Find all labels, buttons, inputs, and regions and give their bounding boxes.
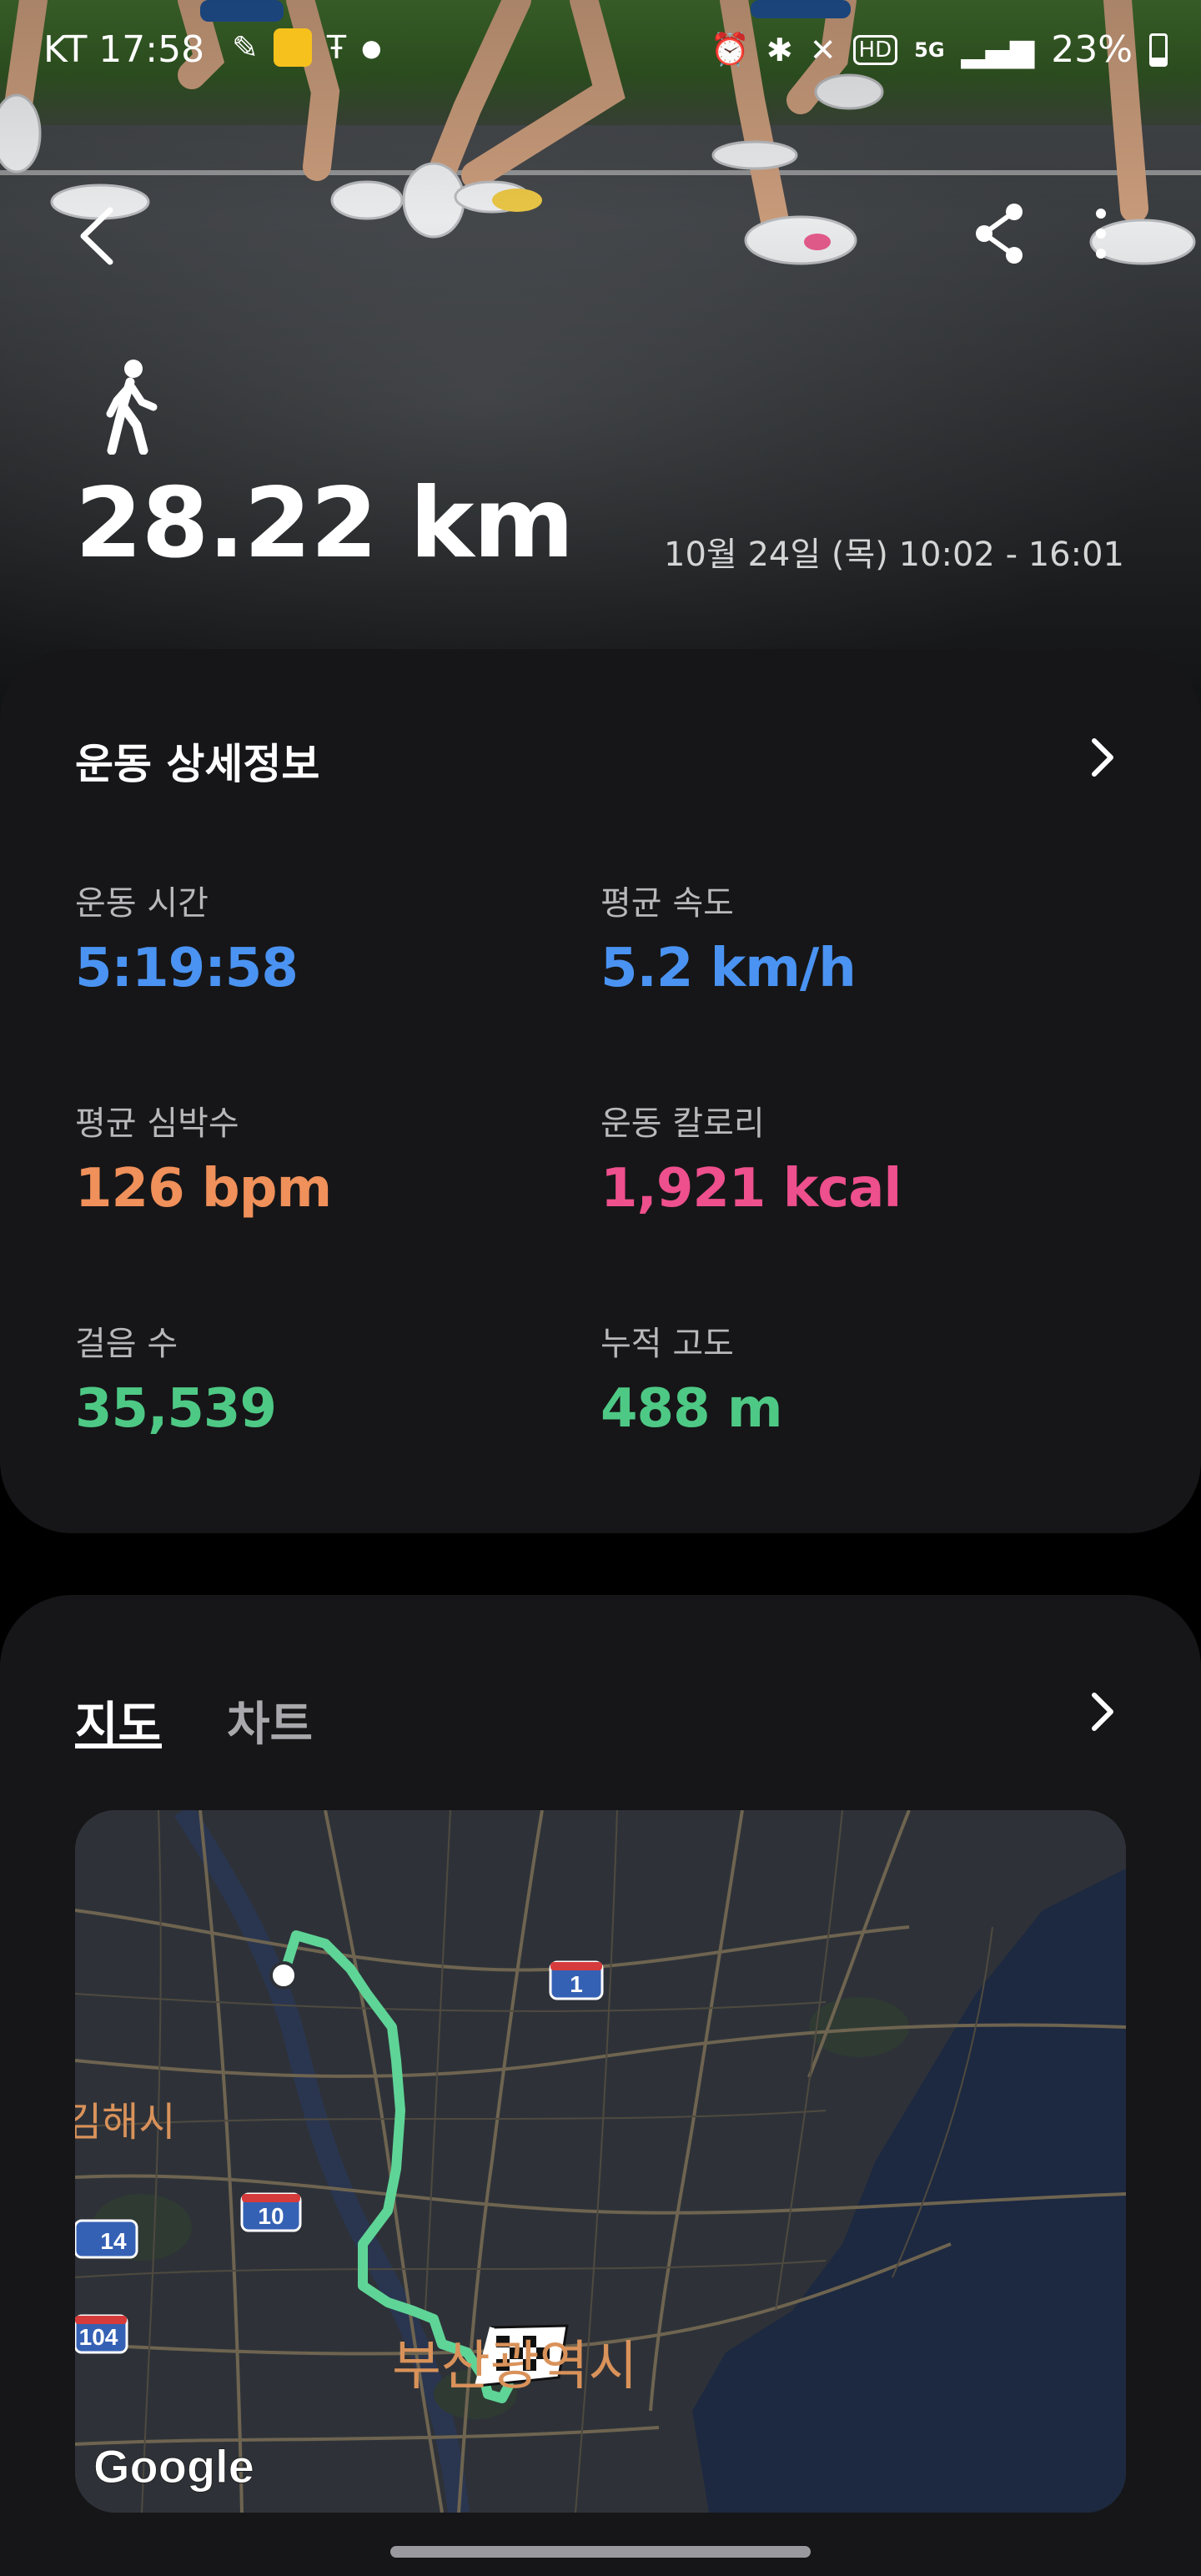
- total-distance: 28.22 km: [75, 467, 574, 580]
- metric-average-speed: 평균 속도 5.2 km/h: [600, 876, 857, 999]
- status-system-icons: ⏰ ✱ ✕ HD 5G ▂▄▆ 23%: [711, 28, 1168, 71]
- metric-elevation-gain: 누적 고도 488 m: [600, 1316, 783, 1440]
- more-vertical-icon: [1096, 209, 1106, 259]
- metric-value: 5.2 km/h: [600, 938, 857, 999]
- highway-label-10: 10: [258, 2203, 284, 2229]
- map-attribution-logo: Google: [93, 2440, 254, 2493]
- details-title: 운동 상세정보: [75, 740, 320, 788]
- map-chart-card: 지도 차트 1 10 14 104 김해시 부산광역시 Google: [0, 1595, 1201, 2576]
- route-map[interactable]: 1 10 14 104 김해시 부산광역시 Google: [75, 1810, 1126, 2513]
- home-indicator[interactable]: [390, 2546, 811, 2558]
- metric-calories: 운동 칼로리 1,921 kcal: [600, 1096, 902, 1220]
- map-label-busan: 부산광역시: [392, 2336, 637, 2397]
- hero-banner: KT 17:58 ✎ Ŧ ● ⏰ ✱ ✕ HD 5G ▂▄▆ 23% 28.22…: [0, 0, 1201, 734]
- highway-shield-10: 10: [240, 2192, 302, 2232]
- app-badge-icon: [273, 28, 312, 67]
- workout-date-range: 10월 24일 (목) 10:02 - 16:01: [664, 536, 1124, 574]
- hd-icon: HD: [852, 34, 898, 65]
- status-bar: KT 17:58 ✎ Ŧ ● ⏰ ✱ ✕ HD 5G ▂▄▆ 23%: [0, 20, 1201, 87]
- highway-shield-14: 14: [75, 2219, 138, 2259]
- highway-label-14: 14: [100, 2228, 127, 2254]
- metric-steps: 걸음 수 35,539: [75, 1316, 277, 1440]
- mute-icon: ✕: [809, 31, 837, 68]
- back-button[interactable]: [63, 199, 130, 274]
- signal-icon: ▂▄▆: [961, 31, 1035, 68]
- metric-value: 5:19:58: [75, 938, 299, 999]
- network-5g-icon: 5G: [914, 38, 945, 62]
- metric-label: 누적 고도: [600, 1325, 734, 1363]
- metric-average-heart-rate: 평균 심박수 126 bpm: [75, 1096, 332, 1220]
- metric-value: 488 m: [600, 1378, 783, 1440]
- details-more-button[interactable]: [1086, 732, 1119, 782]
- workout-details-card: 운동 상세정보 운동 시간 5:19:58 평균 속도 5.2 km/h 평균 …: [0, 649, 1201, 1533]
- network-t-icon: Ŧ: [326, 29, 347, 66]
- highway-shield-104: 104: [75, 2314, 128, 2354]
- alarm-icon: ⏰: [710, 31, 750, 68]
- metric-label: 평균 심박수: [75, 1104, 239, 1143]
- active-tab-indicator: [75, 1743, 162, 1748]
- status-notification-icons: ✎ Ŧ ●: [232, 28, 382, 67]
- status-carrier-time: KT 17:58: [43, 28, 205, 71]
- metric-label: 평균 속도: [600, 884, 734, 923]
- battery-icon: [1149, 33, 1168, 67]
- chevron-right-icon: [1092, 738, 1113, 777]
- metric-value: 126 bpm: [75, 1158, 332, 1220]
- highway-label-104: 104: [79, 2324, 118, 2350]
- chevron-left-icon: [80, 207, 113, 265]
- share-icon: [976, 204, 1023, 264]
- map-more-button[interactable]: [1086, 1687, 1119, 1737]
- share-button[interactable]: [967, 200, 1034, 267]
- highway-shield-1: 1: [549, 1960, 604, 2000]
- hero-overlay: [0, 0, 1201, 734]
- pen-icon: ✎: [232, 29, 259, 66]
- route-start-marker: [269, 1961, 298, 1990]
- metric-label: 걸음 수: [75, 1325, 178, 1363]
- metric-value: 1,921 kcal: [600, 1158, 902, 1220]
- map-label-gimhae: 김해시: [75, 2099, 175, 2146]
- bluetooth-icon: ✱: [766, 31, 793, 68]
- chevron-right-icon: [1092, 1693, 1113, 1731]
- battery-percent: 23%: [1051, 28, 1133, 71]
- metric-label: 운동 시간: [75, 884, 209, 923]
- more-options-button[interactable]: [1084, 200, 1118, 267]
- metric-value: 35,539: [75, 1378, 277, 1440]
- dot-icon: ●: [361, 33, 382, 62]
- tab-chart[interactable]: 차트: [227, 1687, 313, 1754]
- highway-label-1: 1: [570, 1971, 583, 1997]
- metric-workout-time: 운동 시간 5:19:58: [75, 876, 299, 999]
- metric-label: 운동 칼로리: [600, 1104, 765, 1143]
- walking-person-icon: [93, 359, 168, 455]
